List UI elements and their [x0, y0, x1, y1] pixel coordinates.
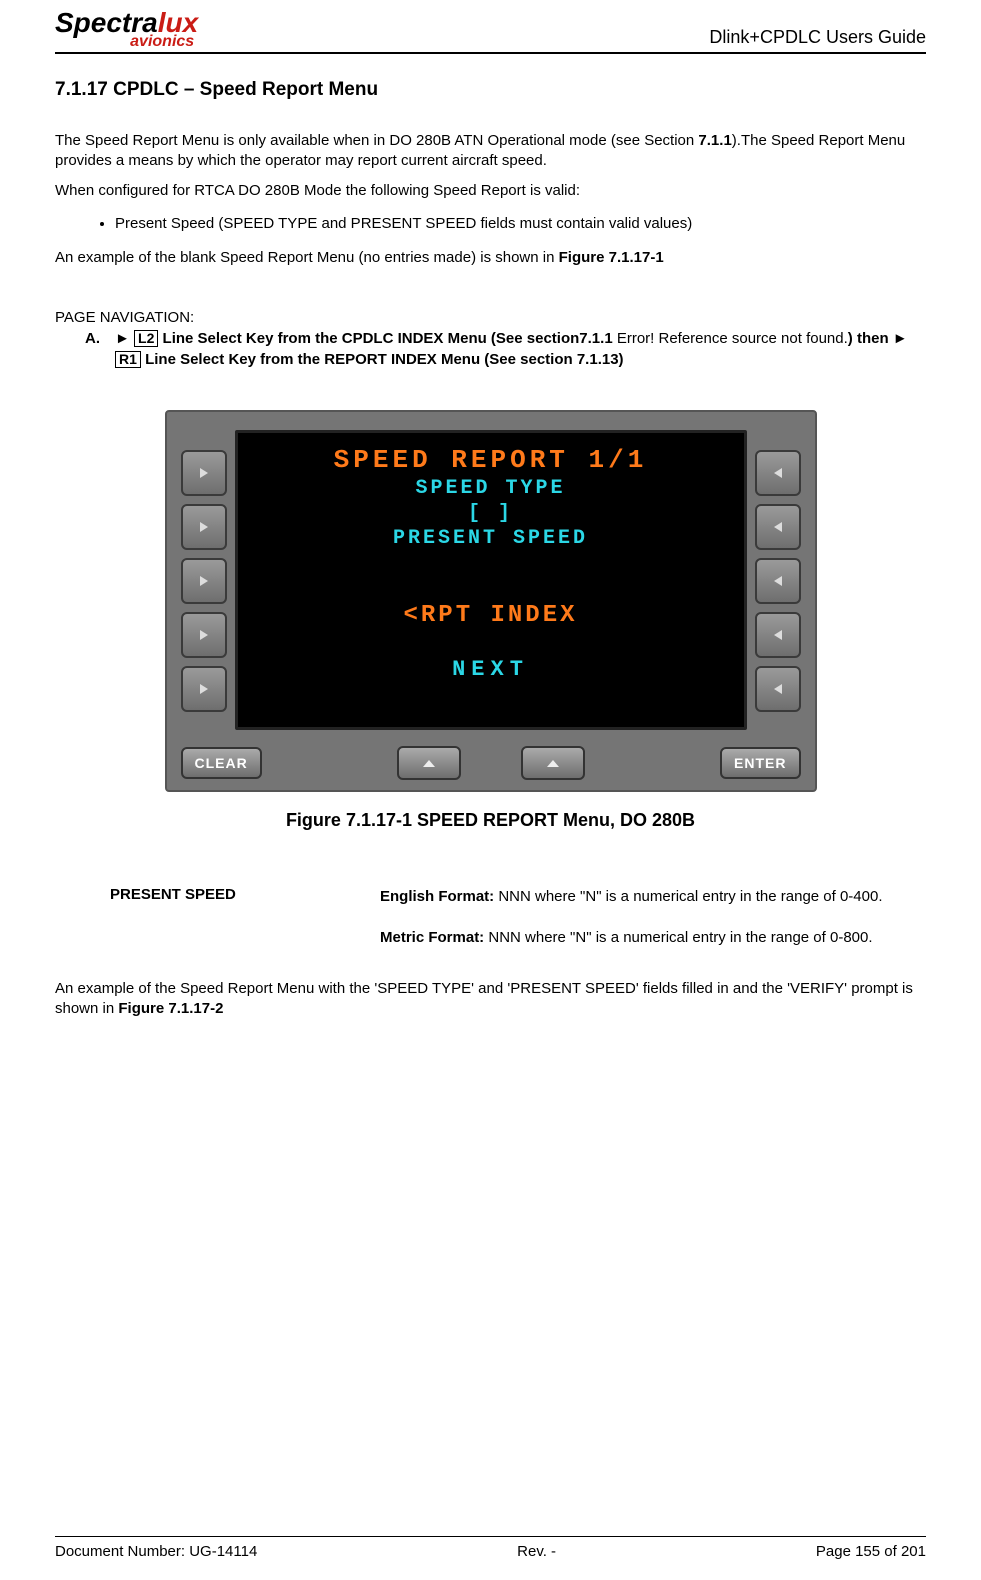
page-navigation-label: PAGE NAVIGATION: — [55, 309, 926, 326]
lsk-key-r1: R1 — [115, 351, 141, 368]
paragraph-2: When configured for RTCA DO 280B Mode th… — [55, 181, 926, 201]
figure-ref: Figure 7.1.17-2 — [118, 1000, 223, 1017]
figure-ref: Figure 7.1.17-1 — [559, 249, 664, 266]
lsk-l2[interactable] — [181, 504, 227, 550]
section-title: CPDLC – Speed Report Menu — [113, 79, 378, 100]
lsk-r3[interactable] — [755, 558, 801, 604]
enter-button[interactable]: ENTER — [720, 747, 800, 779]
screen-next-prompt: NEXT — [254, 657, 728, 682]
english-format-text: NNN where "N" is a numerical entry in th… — [498, 888, 882, 905]
text: An example of the blank Speed Report Men… — [55, 249, 559, 266]
error-text: Error! Reference source not found. — [617, 330, 848, 347]
metric-format-text: NNN where "N" is a numerical entry in th… — [488, 929, 872, 946]
document-title: Dlink+CPDLC Users Guide — [709, 27, 926, 50]
figure-caption: Figure 7.1.17-1 SPEED REPORT Menu, DO 28… — [55, 810, 926, 831]
lsk-l5[interactable] — [181, 666, 227, 712]
figure-7-1-17-1: SPEED REPORT 1/1 SPEED TYPE [ ] PRESENT … — [55, 410, 926, 831]
lsk-r2[interactable] — [755, 504, 801, 550]
section-ref: 7.1.1 — [698, 132, 731, 149]
text: The Speed Report Menu is only available … — [55, 132, 698, 149]
paragraph-1: The Speed Report Menu is only available … — [55, 131, 926, 172]
definition-present-speed: PRESENT SPEED English Format: NNN where … — [55, 886, 926, 970]
logo: Spectralux avionics — [55, 10, 198, 50]
mcdu-screen: SPEED REPORT 1/1 SPEED TYPE [ ] PRESENT … — [235, 430, 747, 730]
page-footer: Document Number: UG-14114 Rev. - Page 15… — [55, 1536, 926, 1560]
lsk-r4[interactable] — [755, 612, 801, 658]
text: Line Select Key from the REPORT INDEX Me… — [141, 351, 624, 368]
lsk-r5[interactable] — [755, 666, 801, 712]
nav-letter: A. — [85, 328, 115, 370]
footer-page-number: Page 155 of 201 — [816, 1543, 926, 1560]
footer-revision: Rev. - — [517, 1543, 556, 1560]
up-arrow-button-1[interactable] — [397, 746, 461, 780]
screen-title: SPEED REPORT 1/1 — [254, 445, 728, 475]
lsk-l4[interactable] — [181, 612, 227, 658]
left-lsk-column — [181, 430, 227, 732]
list-item: Present Speed (SPEED TYPE and PRESENT SP… — [115, 215, 926, 232]
screen-label-present-speed: PRESENT SPEED — [254, 527, 728, 550]
definition-body: English Format: NNN where "N" is a numer… — [380, 886, 926, 970]
clear-button[interactable]: CLEAR — [181, 747, 262, 779]
footer-doc-number: Document Number: UG-14114 — [55, 1543, 257, 1560]
bullet-list: Present Speed (SPEED TYPE and PRESENT SP… — [55, 215, 926, 238]
page-header: Spectralux avionics Dlink+CPDLC Users Gu… — [55, 10, 926, 54]
lsk-key-l2: L2 — [134, 330, 158, 347]
right-lsk-column — [755, 430, 801, 732]
screen-field-speed-type: [ ] — [254, 502, 728, 525]
lsk-r1[interactable] — [755, 450, 801, 496]
metric-format-label: Metric Format: — [380, 929, 488, 946]
definition-label: PRESENT SPEED — [55, 886, 360, 970]
paragraph-3: An example of the blank Speed Report Men… — [55, 248, 926, 268]
mcdu-panel: SPEED REPORT 1/1 SPEED TYPE [ ] PRESENT … — [165, 410, 817, 792]
screen-spacer — [254, 552, 728, 600]
text: Line Select Key from the CPDLC INDEX Men… — [158, 330, 616, 347]
screen-label-speed-type: SPEED TYPE — [254, 477, 728, 500]
lsk-l1[interactable] — [181, 450, 227, 496]
nav-step-a: A. ► L2 Line Select Key from the CPDLC I… — [85, 328, 926, 370]
nav-content: ► L2 Line Select Key from the CPDLC INDE… — [115, 328, 926, 370]
section-heading: 7.1.17 CPDLC – Speed Report Menu — [55, 79, 926, 101]
english-format-label: English Format: — [380, 888, 498, 905]
screen-rpt-index: <RPT INDEX — [254, 602, 728, 629]
text: ) then ► — [848, 330, 908, 347]
up-arrow-button-2[interactable] — [521, 746, 585, 780]
section-number: 7.1.17 — [55, 79, 108, 100]
arrow-icon: ► — [115, 330, 130, 347]
paragraph-after: An example of the Speed Report Menu with… — [55, 979, 926, 1020]
lsk-l3[interactable] — [181, 558, 227, 604]
